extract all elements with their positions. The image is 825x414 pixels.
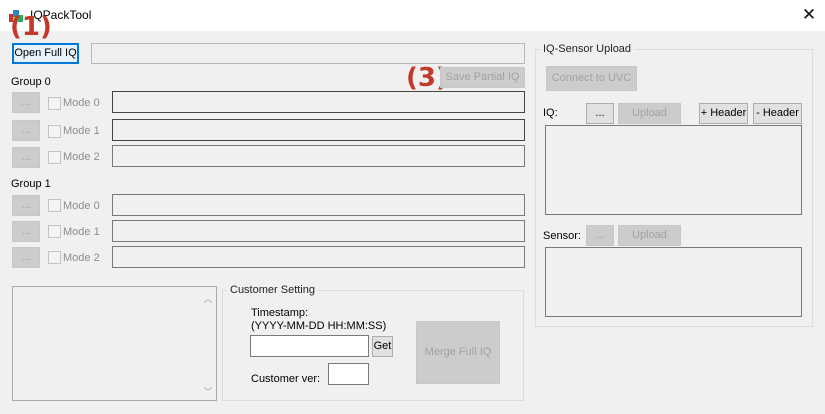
group-0-mode-0-label: Mode 0 xyxy=(63,97,100,109)
group-1-mode-1-path-field[interactable] xyxy=(112,220,525,242)
group-1-mode-0-path-field[interactable] xyxy=(112,194,525,216)
merge-full-iq-button[interactable]: Merge Full IQ xyxy=(416,321,500,384)
iq-upload-button[interactable]: Upload xyxy=(618,103,681,124)
group-0-mode-1-label: Mode 1 xyxy=(63,125,100,137)
customer-ver-label: Customer ver: xyxy=(251,373,321,385)
customer-setting-title: Customer Setting xyxy=(227,284,318,296)
group-1-mode-2-path-field[interactable] xyxy=(112,246,525,268)
group-1-mode-0-checkbox[interactable] xyxy=(48,199,61,212)
log-textarea[interactable] xyxy=(12,286,217,401)
group-0-mode-0-path-field[interactable] xyxy=(112,91,525,113)
annotation-1: (1) xyxy=(10,12,52,42)
group-0-mode-0-checkbox[interactable] xyxy=(48,97,61,110)
group-0-mode-1-path-field[interactable] xyxy=(112,119,525,141)
iq-label: IQ: xyxy=(543,107,558,119)
group-1-mode-0-browse-button[interactable]: ... xyxy=(12,195,40,216)
group-0-mode-2-browse-button[interactable]: ... xyxy=(12,147,40,168)
remove-header-button[interactable]: - Header xyxy=(753,103,802,124)
get-timestamp-button[interactable]: Get xyxy=(372,336,393,357)
sensor-upload-button[interactable]: Upload xyxy=(618,225,681,246)
connect-to-uvc-button[interactable]: Connect to UVC xyxy=(546,66,637,91)
group-1-title: Group 1 xyxy=(11,178,51,190)
customer-ver-input[interactable] xyxy=(328,363,369,385)
timestamp-format-hint: (YYYY-MM-DD HH:MM:SS) xyxy=(251,320,387,332)
group-0-mode-2-path-field[interactable] xyxy=(112,145,525,167)
sensor-output-textarea[interactable] xyxy=(545,247,802,317)
iq-output-textarea[interactable] xyxy=(545,125,802,215)
group-1-mode-2-label: Mode 2 xyxy=(63,252,100,264)
group-0-mode-1-browse-button[interactable]: ... xyxy=(12,120,40,141)
group-0-title: Group 0 xyxy=(11,76,51,88)
group-0-mode-2-checkbox[interactable] xyxy=(48,151,61,164)
group-0-mode-1-checkbox[interactable] xyxy=(48,125,61,138)
group-1-mode-0-label: Mode 0 xyxy=(63,200,100,212)
sensor-browse-button[interactable]: ... xyxy=(586,225,614,246)
group-0-mode-2-label: Mode 2 xyxy=(63,151,100,163)
group-1-mode-1-label: Mode 1 xyxy=(63,226,100,238)
scroll-up-arrow[interactable]: ︿ xyxy=(201,292,215,305)
iq-sensor-upload-title: IQ-Sensor Upload xyxy=(540,43,635,55)
group-0-mode-0-browse-button[interactable]: ... xyxy=(12,92,40,113)
group-1-mode-1-checkbox[interactable] xyxy=(48,225,61,238)
save-partial-iq-button[interactable]: Save Partial IQ xyxy=(440,67,525,88)
scroll-down-arrow[interactable]: ﹀ xyxy=(201,385,215,398)
group-1-mode-2-browse-button[interactable]: ... xyxy=(12,247,40,268)
timestamp-label: Timestamp: xyxy=(251,307,309,319)
open-full-iq-button[interactable]: Open Full IQ xyxy=(12,43,79,64)
group-1-mode-2-checkbox[interactable] xyxy=(48,251,61,264)
title-bar xyxy=(0,0,825,31)
add-header-button[interactable]: + Header xyxy=(699,103,748,124)
sensor-label: Sensor: xyxy=(543,230,581,242)
full-iq-path-field[interactable] xyxy=(91,43,525,64)
group-1-mode-1-browse-button[interactable]: ... xyxy=(12,221,40,242)
timestamp-input[interactable] xyxy=(250,335,369,357)
close-button[interactable]: ✕ xyxy=(796,4,822,26)
iq-browse-button[interactable]: ... xyxy=(586,103,614,124)
